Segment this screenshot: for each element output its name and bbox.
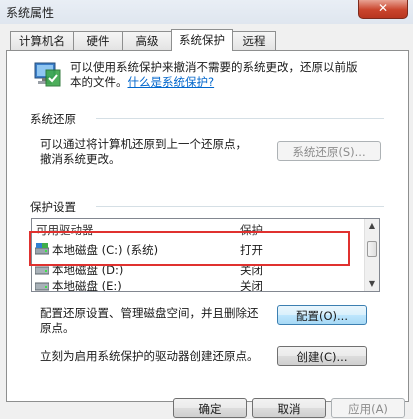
title-bar — [0, 0, 413, 24]
restore-description: 可以通过将计算机还原到上一个还原点， 撤消系统更改。 — [40, 137, 247, 167]
tab-remote[interactable]: 远程 — [232, 31, 276, 50]
configure-button[interactable]: 配置(O)... — [277, 305, 367, 325]
tab-strip: 计算机名 硬件 高级 系统保护 远程 — [0, 29, 413, 51]
configure-description: 配置还原设置、管理磁盘空间，并且删除还 原点。 — [40, 306, 259, 336]
intro-line-2: 本的文件。 — [70, 75, 128, 89]
ok-button[interactable]: 确定 — [173, 398, 247, 418]
create-button[interactable]: 创建(C)... — [277, 346, 367, 366]
close-button[interactable]: ✕ — [358, 0, 408, 19]
tab-system-protection[interactable]: 系统保护 — [171, 29, 233, 51]
vertical-scrollbar[interactable]: ▲ ▼ — [364, 219, 379, 291]
table-row[interactable]: 本地磁盘 (E:) 关闭 — [32, 277, 364, 292]
configure-desc-line-1: 配置还原设置、管理磁盘空间，并且删除还 — [40, 306, 259, 320]
tab-hardware[interactable]: 硬件 — [73, 31, 123, 50]
intro-text: 可以使用系统保护来撤消不需要的系统更改，还原以前版 本的文件。什么是系统保护? — [70, 60, 400, 90]
tab-advanced[interactable]: 高级 — [122, 31, 172, 50]
create-description: 立刻为启用系统保护的驱动器创建还原点。 — [40, 349, 259, 363]
divider — [96, 206, 384, 207]
cancel-button[interactable]: 取消 — [252, 398, 326, 418]
system-restore-title: 系统还原 — [30, 112, 76, 126]
scroll-thumb[interactable] — [367, 241, 377, 257]
apply-button[interactable]: 应用(A) — [331, 398, 405, 418]
what-is-system-protection-link[interactable]: 什么是系统保护? — [128, 75, 215, 89]
restore-desc-line-2: 撤消系统更改。 — [40, 152, 121, 166]
window-title: 系统属性 — [6, 6, 55, 20]
configure-desc-line-2: 原点。 — [40, 321, 75, 335]
system-protection-icon — [32, 60, 62, 92]
protection-settings-title: 保护设置 — [30, 200, 76, 214]
drive-protection: 关闭 — [240, 279, 263, 292]
drive-icon — [35, 282, 49, 291]
drive-name: 本地磁盘 (E:) — [52, 279, 122, 292]
system-restore-button[interactable]: 系统还原(S)... — [277, 141, 381, 161]
intro-line-1: 可以使用系统保护来撤消不需要的系统更改，还原以前版 — [70, 60, 358, 74]
highlight-box — [29, 231, 350, 266]
scroll-up-icon[interactable]: ▲ — [365, 219, 379, 233]
scroll-down-icon[interactable]: ▼ — [365, 277, 379, 291]
divider — [96, 118, 384, 119]
tab-computer-name[interactable]: 计算机名 — [10, 31, 74, 50]
restore-desc-line-1: 可以通过将计算机还原到上一个还原点， — [40, 137, 247, 151]
